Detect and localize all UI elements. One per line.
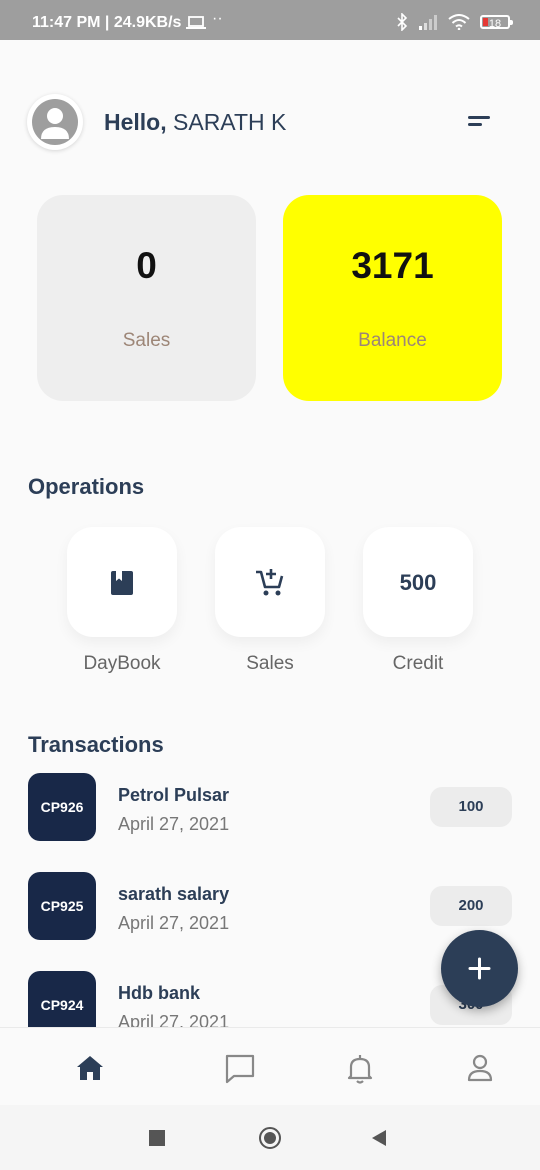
status-bar: 11:47 PM | 24.9KB/s ·· 18: [0, 0, 540, 40]
transaction-title: Hdb bank: [118, 983, 201, 1003]
greeting: Hello, SARATH K: [104, 109, 286, 136]
transaction-title: sarath salary: [118, 884, 230, 904]
transactions-title: Transactions: [28, 732, 164, 757]
transaction-title: Petrol Pulsar: [118, 785, 230, 805]
transaction-code: CP925: [28, 872, 96, 940]
nav-notifications[interactable]: [340, 1048, 380, 1088]
profile-icon: [467, 1054, 493, 1082]
battery-icon: 18: [480, 15, 513, 30]
nav-home[interactable]: [70, 1048, 110, 1088]
transaction-row[interactable]: CP926 Petrol Pulsar April 27, 2021 100: [28, 773, 518, 843]
status-time: 11:47 PM | 24.9KB/s: [32, 14, 182, 31]
sales-card[interactable]: 0 Sales: [37, 195, 256, 401]
home-icon: [77, 1056, 103, 1080]
more-dots-icon: ··: [212, 10, 223, 27]
sales-value: 0: [136, 245, 157, 286]
plus-icon: [468, 957, 491, 980]
transaction-amount: 200: [430, 886, 512, 926]
bluetooth-icon: [397, 13, 408, 31]
transaction-code: CP924: [28, 971, 96, 1027]
transaction-date: April 27, 2021: [118, 913, 230, 933]
credit-value: 500: [399, 570, 437, 595]
credit-label: Credit: [392, 653, 444, 674]
greeting-prefix: Hello,: [104, 109, 167, 135]
transaction-date: April 27, 2021: [118, 1012, 230, 1027]
operations-title: Operations: [28, 474, 145, 499]
menu-bar: [468, 123, 482, 126]
user-icon: [32, 99, 78, 145]
transaction-code: CP926: [28, 773, 96, 841]
transaction-row[interactable]: CP925 sarath salary April 27, 2021 200: [28, 872, 518, 942]
daybook-label: DayBook: [83, 653, 161, 674]
home-system-button[interactable]: [259, 1127, 281, 1149]
recent-apps-button[interactable]: [149, 1130, 165, 1146]
home-system-dot: [264, 1132, 276, 1144]
sales-button[interactable]: [215, 527, 325, 637]
battery-level: 18: [488, 18, 502, 30]
avatar[interactable]: [27, 94, 83, 150]
laptop-icon: [186, 16, 206, 29]
credit-button[interactable]: 500: [363, 527, 473, 637]
sales-op-label: Sales: [246, 653, 294, 674]
system-nav-bar: [0, 1105, 540, 1170]
bottom-nav: [0, 1027, 540, 1106]
nav-chat[interactable]: [220, 1048, 260, 1088]
sales-label: Sales: [122, 330, 171, 351]
bell-icon: [347, 1055, 373, 1084]
signal-icon: [419, 15, 437, 30]
transaction-amount: 100: [430, 787, 512, 827]
chat-icon: [225, 1054, 255, 1084]
add-cart-icon: [256, 569, 284, 596]
balance-label: Balance: [358, 330, 427, 351]
add-transaction-button[interactable]: [441, 930, 518, 1007]
book-icon: [111, 571, 133, 595]
wifi-icon: [448, 14, 470, 30]
user-name: SARATH K: [173, 109, 287, 135]
balance-card[interactable]: 3171 Balance: [283, 195, 502, 401]
daybook-button[interactable]: [67, 527, 177, 637]
back-button[interactable]: [370, 1129, 388, 1147]
transaction-date: April 27, 2021: [118, 814, 230, 834]
nav-profile[interactable]: [460, 1048, 500, 1088]
balance-value: 3171: [351, 245, 434, 286]
menu-button[interactable]: [464, 112, 494, 132]
menu-bar: [468, 116, 490, 119]
